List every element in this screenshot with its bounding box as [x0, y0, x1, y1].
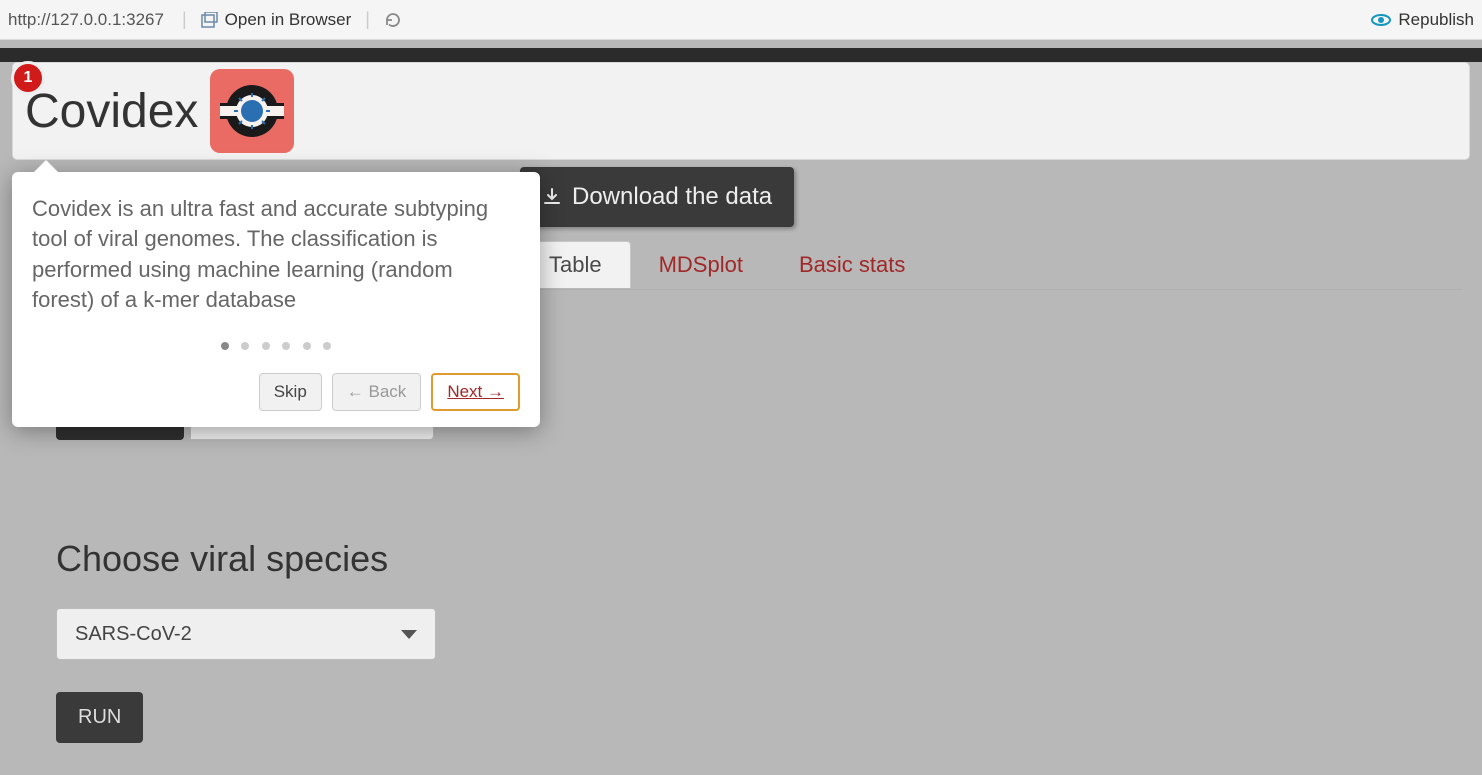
refresh-button[interactable] [378, 9, 408, 31]
divider: | [182, 9, 187, 30]
republish-button[interactable]: Republish [1370, 10, 1474, 30]
dot [303, 342, 311, 350]
species-select-value: SARS-CoV-2 [75, 623, 192, 646]
species-select[interactable]: SARS-CoV-2 [56, 608, 436, 660]
app-header: Covidex 1 [12, 62, 1470, 160]
tour-back-button: ← Back [332, 373, 422, 411]
republish-icon [1370, 11, 1392, 29]
dot [262, 342, 270, 350]
chevron-down-icon [401, 630, 417, 639]
tour-progress-dots [32, 337, 520, 355]
download-icon [542, 187, 562, 207]
refresh-icon [384, 11, 402, 29]
republish-label: Republish [1398, 10, 1474, 30]
tabs-bar: Table MDSplot Basic stats [520, 240, 1462, 290]
tour-buttons: Skip ← Back Next → [32, 373, 520, 411]
tour-text: Covidex is an ultra fast and accurate su… [32, 194, 520, 315]
dot [282, 342, 290, 350]
tab-basic-stats[interactable]: Basic stats [771, 242, 933, 288]
dot [241, 342, 249, 350]
download-data-label: Download the data [572, 183, 772, 211]
open-in-browser-button[interactable]: Open in Browser [195, 8, 358, 32]
browser-toolbar: http://127.0.0.1:3267 | Open in Browser … [0, 0, 1482, 40]
section-heading-species: Choose viral species [56, 538, 388, 580]
tour-popover: Covidex is an ultra fast and accurate su… [12, 172, 540, 427]
tab-mdsplot[interactable]: MDSplot [631, 242, 771, 288]
app-title: Covidex [25, 84, 198, 139]
download-data-button[interactable]: Download the data [520, 167, 794, 227]
tour-step-badge: 1 [11, 61, 45, 95]
app-area: Download the data Table MDSplot Basic st… [0, 40, 1482, 775]
dot [323, 342, 331, 350]
url-text: http://127.0.0.1:3267 [8, 10, 174, 30]
dot [221, 342, 229, 350]
run-button[interactable]: RUN [56, 692, 143, 743]
divider: | [365, 9, 370, 30]
tour-skip-button[interactable]: Skip [259, 373, 322, 411]
popout-icon [201, 12, 219, 28]
tour-next-button[interactable]: Next → [431, 373, 520, 411]
app-logo-icon [210, 69, 294, 153]
open-in-browser-label: Open in Browser [225, 10, 352, 30]
